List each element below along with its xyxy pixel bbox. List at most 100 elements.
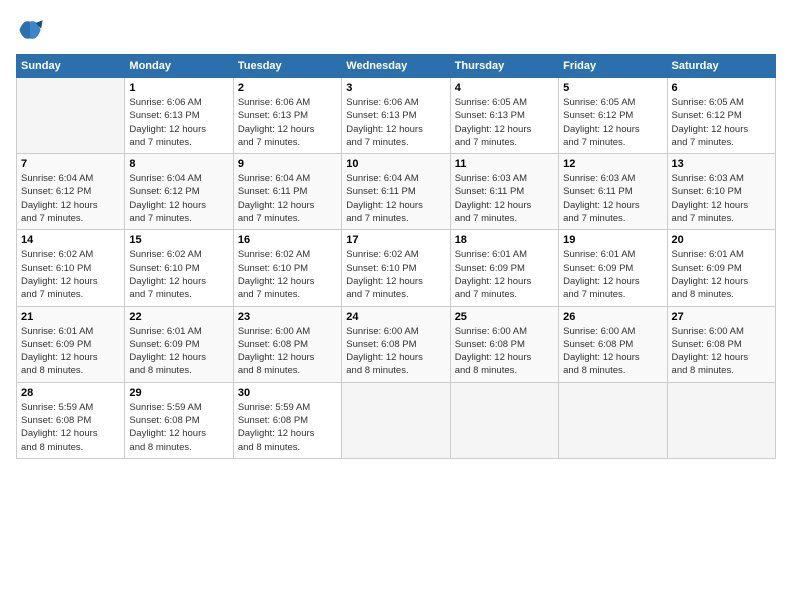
day-info: Sunrise: 5:59 AM Sunset: 6:08 PM Dayligh… [21,401,120,454]
calendar-cell: 6 Sunrise: 6:05 AM Sunset: 6:12 PM Daylig… [667,78,775,154]
day-info: Sunrise: 6:02 AM Sunset: 6:10 PM Dayligh… [129,248,228,301]
day-number: 23 [238,311,337,323]
day-number: 6 [672,82,771,94]
day-info: Sunrise: 6:02 AM Sunset: 6:10 PM Dayligh… [238,248,337,301]
day-info: Sunrise: 6:04 AM Sunset: 6:12 PM Dayligh… [21,172,120,225]
calendar-cell: 21 Sunrise: 6:01 AM Sunset: 6:09 PM Dayli… [17,306,125,382]
day-info: Sunrise: 6:03 AM Sunset: 6:11 PM Dayligh… [455,172,554,225]
logo-icon [16,16,44,44]
day-number: 12 [563,158,662,170]
day-info: Sunrise: 6:01 AM Sunset: 6:09 PM Dayligh… [563,248,662,301]
day-number: 28 [21,387,120,399]
calendar-cell: 25 Sunrise: 6:00 AM Sunset: 6:08 PM Dayli… [450,306,558,382]
header [16,16,776,44]
day-info: Sunrise: 5:59 AM Sunset: 6:08 PM Dayligh… [238,401,337,454]
calendar-cell: 26 Sunrise: 6:00 AM Sunset: 6:08 PM Dayli… [559,306,667,382]
day-number: 21 [21,311,120,323]
day-info: Sunrise: 6:00 AM Sunset: 6:08 PM Dayligh… [455,325,554,378]
day-info: Sunrise: 6:06 AM Sunset: 6:13 PM Dayligh… [238,96,337,149]
calendar-cell: 4 Sunrise: 6:05 AM Sunset: 6:13 PM Daylig… [450,78,558,154]
day-number: 8 [129,158,228,170]
day-number: 14 [21,234,120,246]
day-info: Sunrise: 6:04 AM Sunset: 6:11 PM Dayligh… [238,172,337,225]
day-number: 5 [563,82,662,94]
calendar-cell: 28 Sunrise: 5:59 AM Sunset: 6:08 PM Dayli… [17,382,125,458]
day-info: Sunrise: 6:01 AM Sunset: 6:09 PM Dayligh… [21,325,120,378]
calendar-cell: 2 Sunrise: 6:06 AM Sunset: 6:13 PM Daylig… [233,78,341,154]
calendar-cell: 22 Sunrise: 6:01 AM Sunset: 6:09 PM Dayli… [125,306,233,382]
day-info: Sunrise: 6:02 AM Sunset: 6:10 PM Dayligh… [21,248,120,301]
day-number: 19 [563,234,662,246]
day-info: Sunrise: 6:03 AM Sunset: 6:11 PM Dayligh… [563,172,662,225]
calendar-cell: 11 Sunrise: 6:03 AM Sunset: 6:11 PM Dayli… [450,154,558,230]
day-info: Sunrise: 6:04 AM Sunset: 6:11 PM Dayligh… [346,172,445,225]
day-number: 20 [672,234,771,246]
week-row-5: 28 Sunrise: 5:59 AM Sunset: 6:08 PM Dayli… [17,382,776,458]
calendar-cell: 27 Sunrise: 6:00 AM Sunset: 6:08 PM Dayli… [667,306,775,382]
day-number: 24 [346,311,445,323]
day-info: Sunrise: 6:01 AM Sunset: 6:09 PM Dayligh… [129,325,228,378]
calendar-cell: 16 Sunrise: 6:02 AM Sunset: 6:10 PM Dayli… [233,230,341,306]
day-info: Sunrise: 6:06 AM Sunset: 6:13 PM Dayligh… [346,96,445,149]
calendar-cell [450,382,558,458]
calendar-cell [667,382,775,458]
column-header-saturday: Saturday [667,55,775,78]
day-number: 2 [238,82,337,94]
calendar-cell: 15 Sunrise: 6:02 AM Sunset: 6:10 PM Dayli… [125,230,233,306]
day-info: Sunrise: 5:59 AM Sunset: 6:08 PM Dayligh… [129,401,228,454]
day-number: 11 [455,158,554,170]
week-row-2: 7Sunrise: 6:04 AM Sunset: 6:12 PM Daylig… [17,154,776,230]
calendar-cell: 19 Sunrise: 6:01 AM Sunset: 6:09 PM Dayli… [559,230,667,306]
day-number: 10 [346,158,445,170]
day-number: 27 [672,311,771,323]
column-header-wednesday: Wednesday [342,55,450,78]
day-number: 30 [238,387,337,399]
calendar-cell: 29 Sunrise: 5:59 AM Sunset: 6:08 PM Dayli… [125,382,233,458]
day-number: 13 [672,158,771,170]
calendar-cell: 10 Sunrise: 6:04 AM Sunset: 6:11 PM Dayli… [342,154,450,230]
day-number: 25 [455,311,554,323]
week-row-4: 21 Sunrise: 6:01 AM Sunset: 6:09 PM Dayli… [17,306,776,382]
calendar-cell: 5 Sunrise: 6:05 AM Sunset: 6:12 PM Daylig… [559,78,667,154]
logo [16,16,48,44]
column-header-sunday: Sunday [17,55,125,78]
day-info: Sunrise: 6:05 AM Sunset: 6:12 PM Dayligh… [563,96,662,149]
column-header-tuesday: Tuesday [233,55,341,78]
day-info: Sunrise: 6:01 AM Sunset: 6:09 PM Dayligh… [672,248,771,301]
day-info: Sunrise: 6:00 AM Sunset: 6:08 PM Dayligh… [563,325,662,378]
calendar-cell [17,78,125,154]
day-info: Sunrise: 6:03 AM Sunset: 6:10 PM Dayligh… [672,172,771,225]
day-number: 15 [129,234,228,246]
day-info: Sunrise: 6:02 AM Sunset: 6:10 PM Dayligh… [346,248,445,301]
week-row-1: 1 Sunrise: 6:06 AM Sunset: 6:13 PM Daylig… [17,78,776,154]
column-header-friday: Friday [559,55,667,78]
calendar-cell: 12 Sunrise: 6:03 AM Sunset: 6:11 PM Dayli… [559,154,667,230]
column-header-thursday: Thursday [450,55,558,78]
day-info: Sunrise: 6:05 AM Sunset: 6:12 PM Dayligh… [672,96,771,149]
day-number: 4 [455,82,554,94]
calendar-cell: 17 Sunrise: 6:02 AM Sunset: 6:10 PM Dayli… [342,230,450,306]
day-info: Sunrise: 6:01 AM Sunset: 6:09 PM Dayligh… [455,248,554,301]
column-header-monday: Monday [125,55,233,78]
day-info: Sunrise: 6:00 AM Sunset: 6:08 PM Dayligh… [238,325,337,378]
week-row-3: 14 Sunrise: 6:02 AM Sunset: 6:10 PM Dayli… [17,230,776,306]
day-number: 18 [455,234,554,246]
day-number: 22 [129,311,228,323]
day-number: 29 [129,387,228,399]
day-info: Sunrise: 6:05 AM Sunset: 6:13 PM Dayligh… [455,96,554,149]
calendar-cell: 30 Sunrise: 5:59 AM Sunset: 6:08 PM Dayli… [233,382,341,458]
day-number: 9 [238,158,337,170]
day-number: 17 [346,234,445,246]
day-info: Sunrise: 6:06 AM Sunset: 6:13 PM Dayligh… [129,96,228,149]
calendar-cell: 18 Sunrise: 6:01 AM Sunset: 6:09 PM Dayli… [450,230,558,306]
day-number: 26 [563,311,662,323]
day-number: 16 [238,234,337,246]
calendar-cell: 20 Sunrise: 6:01 AM Sunset: 6:09 PM Dayli… [667,230,775,306]
calendar-cell [559,382,667,458]
calendar-cell [342,382,450,458]
calendar-cell: 3Sunrise: 6:06 AM Sunset: 6:13 PM Daylig… [342,78,450,154]
calendar-cell: 24Sunrise: 6:00 AM Sunset: 6:08 PM Dayli… [342,306,450,382]
day-info: Sunrise: 6:00 AM Sunset: 6:08 PM Dayligh… [672,325,771,378]
day-number: 1 [129,82,228,94]
column-headers: SundayMondayTuesdayWednesdayThursdayFrid… [17,55,776,78]
